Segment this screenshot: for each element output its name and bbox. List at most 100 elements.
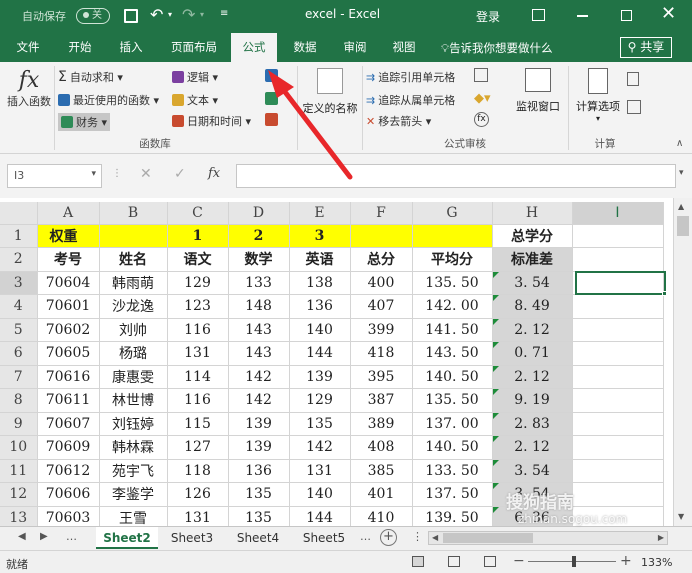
cell[interactable]: 总学分 [492,224,573,248]
cell[interactable]: 400 [350,271,413,295]
cell[interactable]: 李鉴学 [99,482,168,507]
cell[interactable]: 129 [167,271,229,295]
cell[interactable]: 138 [289,271,351,295]
row-header[interactable]: 13 [0,506,38,526]
cell[interactable]: 2 [228,224,290,248]
worksheet-grid[interactable]: A B C D E F G H I 1 权重 1 2 3 总学分 2 考号 姓名 语文 数学 英语 总分… [0,198,692,526]
cell[interactable]: 418 [350,341,413,366]
evaluate-formula-icon[interactable]: fx [474,112,489,127]
cell[interactable]: 139 [289,365,351,389]
insert-function-button[interactable]: fx 插入函数 [4,68,54,120]
cell[interactable]: 苑宇飞 [99,459,168,483]
cell[interactable]: 135. 50 [412,388,493,413]
undo-dropdown-icon[interactable]: ▾ [168,10,172,19]
financial-button[interactable]: 财务 ▾ [58,113,111,131]
cell[interactable]: 142. 00 [412,294,493,319]
scroll-left-icon[interactable]: ◀ [432,533,438,542]
cell[interactable]: 70603 [37,506,100,526]
calc-sheet-icon[interactable] [627,100,641,114]
cell[interactable]: 116 [167,318,229,342]
tab-formulas[interactable]: 公式 [231,33,277,62]
cell[interactable]: 136 [228,459,290,483]
trace-precedents-button[interactable]: ⇉ 追踪引用单元格 [366,69,455,85]
cell[interactable]: 126 [167,482,229,507]
cell[interactable] [572,412,664,436]
cell[interactable]: 70602 [37,318,100,342]
horizontal-scrollbar[interactable]: ◀ ▶ [428,531,668,545]
cell[interactable]: 410 [350,506,413,526]
cell[interactable]: 137. 00 [412,412,493,436]
cell[interactable]: 143 [228,341,290,366]
zoom-slider-thumb[interactable] [572,556,576,567]
prev-sheet-icon[interactable]: ◀ [18,531,26,542]
column-header[interactable]: E [289,202,351,225]
cell[interactable]: 127 [167,435,229,460]
cell[interactable]: 131 [167,341,229,366]
cell[interactable] [572,224,664,248]
cell[interactable]: 70616 [37,365,100,389]
zoom-level[interactable]: 133% [641,556,672,569]
sheet-tab[interactable]: Sheet4 [228,527,288,549]
cell[interactable]: 语文 [167,247,229,272]
cell[interactable]: 137. 50 [412,482,493,507]
cell[interactable] [99,224,168,248]
show-formulas-icon[interactable] [474,68,488,82]
close-icon[interactable]: ✕ [661,3,676,24]
cell[interactable]: 70604 [37,271,100,295]
column-header[interactable]: F [350,202,413,225]
more-sheets-right[interactable]: … [360,530,371,543]
cell[interactable]: 沙龙逸 [99,294,168,319]
cell[interactable]: 林世博 [99,388,168,413]
cell[interactable]: 135 [228,482,290,507]
cell[interactable]: 114 [167,365,229,389]
cell[interactable]: 135. 50 [412,271,493,295]
cell[interactable] [572,318,664,342]
cell[interactable]: 刘帅 [99,318,168,342]
cell[interactable]: 389 [350,412,413,436]
cell[interactable] [572,247,664,272]
cell[interactable]: 3. 54 [492,459,573,483]
zoom-in-icon[interactable]: + [620,553,632,569]
normal-view-icon[interactable] [412,556,424,567]
cell[interactable]: 140 [289,482,351,507]
datetime-button[interactable]: 日期和时间 ▾ [172,113,251,129]
page-layout-view-icon[interactable] [448,556,460,567]
row-header[interactable]: 2 [0,247,38,272]
next-sheet-icon[interactable]: ▶ [40,531,48,542]
cell[interactable]: 70612 [37,459,100,483]
collapse-ribbon-icon[interactable]: ∧ [676,138,683,149]
cell[interactable] [572,482,664,507]
column-header[interactable]: I [572,202,664,225]
cell[interactable]: 144 [289,341,351,366]
cell[interactable]: 总分 [350,247,413,272]
cell[interactable]: 数学 [228,247,290,272]
cell[interactable]: 139 [228,435,290,460]
cell[interactable]: 142 [228,388,290,413]
column-header[interactable]: C [167,202,229,225]
row-header[interactable]: 11 [0,459,38,483]
row-header[interactable]: 7 [0,365,38,389]
cell[interactable]: 399 [350,318,413,342]
cell[interactable]: 142 [289,435,351,460]
cell[interactable]: 387 [350,388,413,413]
cell[interactable]: 韩雨萌 [99,271,168,295]
cell[interactable]: 133 [228,271,290,295]
row-header[interactable]: 3 [0,271,38,295]
column-header[interactable]: G [412,202,493,225]
cell[interactable] [572,341,664,366]
row-header[interactable]: 10 [0,435,38,460]
select-all-corner[interactable] [0,202,38,225]
cell[interactable]: 135 [289,412,351,436]
autosum-button[interactable]: Σ 自动求和 ▾ [58,69,123,85]
row-header[interactable]: 12 [0,482,38,507]
cell[interactable]: 姓名 [99,247,168,272]
add-sheet-icon[interactable]: + [380,529,397,546]
calc-options-button[interactable]: 计算选项 ▾ [570,68,626,123]
cell[interactable] [572,365,664,389]
lookup-icon[interactable] [265,69,278,82]
cell[interactable]: 杨璐 [99,341,168,366]
sheet-tab[interactable]: Sheet5 [294,527,354,549]
tab-view[interactable]: 视图 [381,33,427,62]
row-header[interactable]: 6 [0,341,38,366]
cell[interactable]: 权重 [37,224,100,248]
